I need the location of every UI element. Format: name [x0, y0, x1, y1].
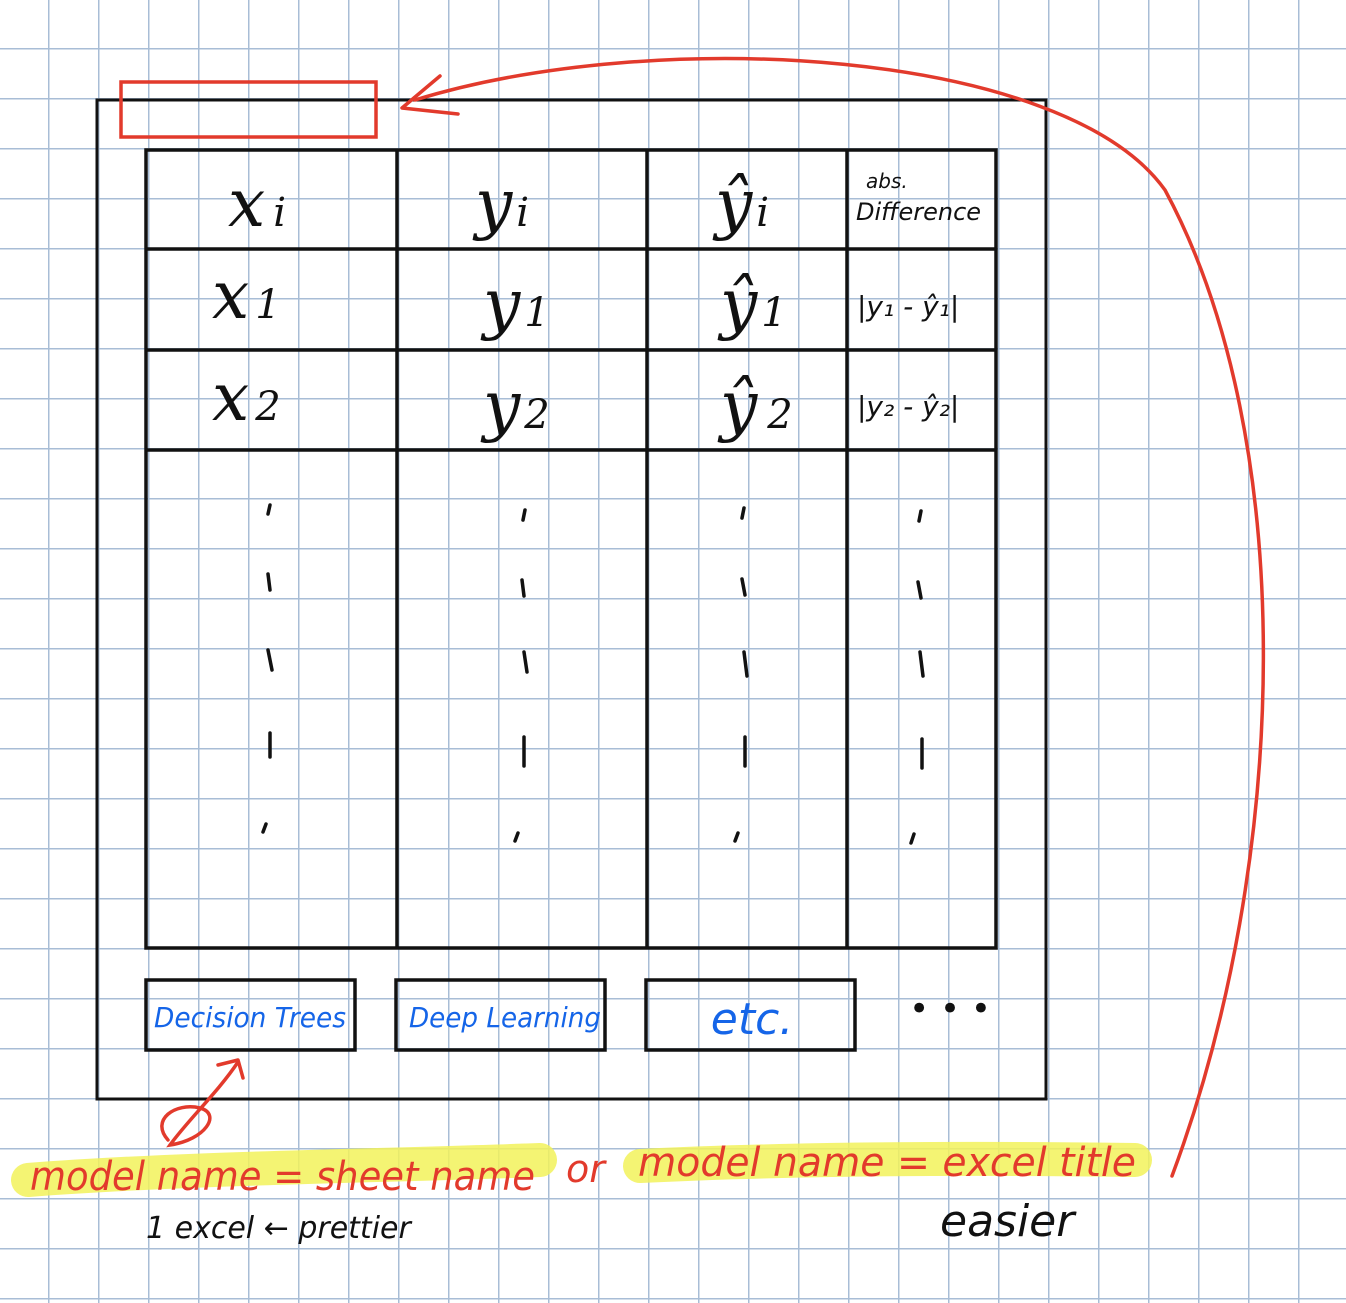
- cell-diff2: |y₂ - ŷ₂|: [857, 390, 959, 423]
- whiteboard-sketch: xi yi ŷi abs. Difference x1 y1 ŷ1 |y₁ - …: [11, 56, 1266, 1247]
- header-difference-label: Difference: [856, 198, 981, 226]
- continuation-marks: [261, 503, 925, 845]
- sheet-name-pointer-icon: [160, 1060, 240, 1148]
- sheet-tab-decision-trees[interactable]: Decision Trees: [144, 978, 357, 1052]
- svg-text:Decision Trees: Decision Trees: [154, 1001, 346, 1034]
- header-x-i: xi: [228, 165, 286, 242]
- cell-y1: y1: [480, 265, 550, 342]
- continuation-col4: [909, 509, 925, 845]
- header-abs-label: abs.: [866, 169, 908, 193]
- continuation-col3: [733, 506, 749, 843]
- svg-text:Deep Learning: Deep Learning: [409, 1001, 601, 1034]
- note-comment-prettier: 1 excel ← prettier: [146, 1211, 412, 1246]
- note-comment-easier: easier: [940, 1196, 1077, 1247]
- sheet-tab-deep-learning[interactable]: Deep Learning: [394, 978, 607, 1052]
- cell-diff1: |y₁ - ŷ₁|: [857, 290, 959, 323]
- cell-yhat1: ŷ1: [717, 265, 787, 342]
- note-connector-or: or: [566, 1147, 607, 1191]
- cell-yhat2: ŷ2: [717, 367, 793, 444]
- svg-text:etc.: etc.: [711, 994, 794, 1045]
- data-table: [144, 148, 998, 950]
- header-yhat-i: ŷi: [712, 165, 769, 242]
- cell-y2: y2: [480, 367, 550, 444]
- note-option-sheet-name: model name = sheet name: [30, 1154, 535, 1200]
- more-tabs-ellipsis: • • •: [909, 989, 991, 1029]
- cell-x1: x1: [212, 257, 281, 334]
- note-option-excel-title: model name = excel title: [638, 1140, 1136, 1186]
- excel-title-box[interactable]: [119, 80, 378, 139]
- cell-x2: x2: [212, 359, 281, 436]
- header-y-i: yi: [472, 165, 529, 242]
- continuation-col1: [261, 503, 274, 834]
- continuation-col2: [513, 508, 529, 843]
- sheet-tab-etc[interactable]: etc.: [644, 978, 857, 1052]
